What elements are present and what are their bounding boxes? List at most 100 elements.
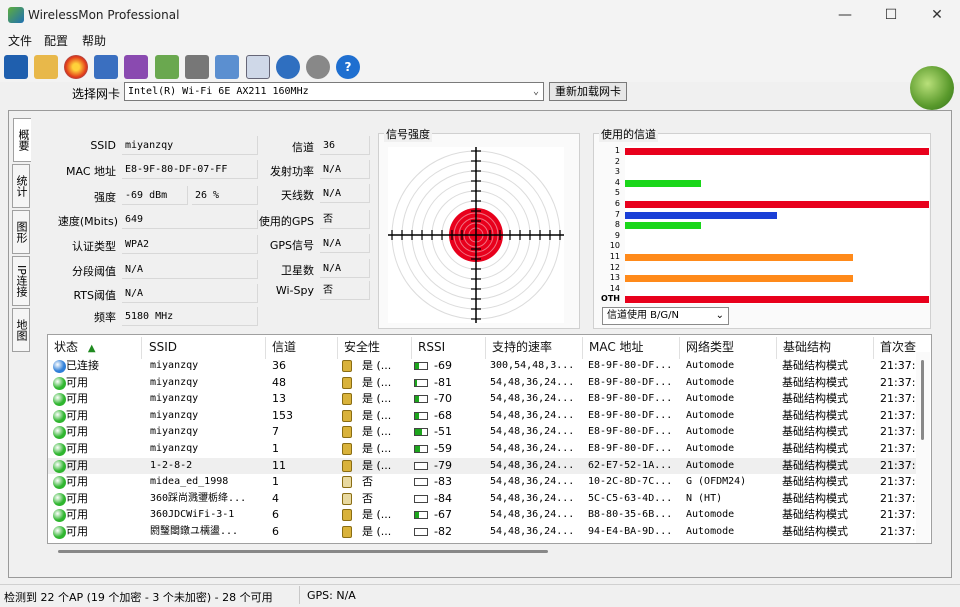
signal-strength-title: 信号强度: [384, 126, 432, 142]
wispy-value: 否: [320, 281, 370, 300]
channel-value: 36: [320, 136, 370, 155]
channel-filter-value: 信道使用 B/G/N: [607, 310, 680, 321]
vertical-scrollbar[interactable]: [916, 352, 930, 543]
target-icon[interactable]: [64, 55, 88, 79]
channel-filter-select[interactable]: 信道使用 B/G/N ⌄: [602, 307, 729, 325]
rssi-bar-fill: [415, 429, 423, 436]
rts-value: N/A: [122, 284, 258, 303]
cell-rates: 54,48,36,24...: [490, 376, 575, 388]
horizontal-scroll-thumb[interactable]: [58, 550, 548, 553]
minimize-button[interactable]: —: [822, 0, 868, 30]
lock-icon: [342, 360, 352, 372]
cell-infra: 基础结构模式: [782, 408, 848, 422]
table-row[interactable]: 可用 360JDCWiFi-3-1 6 是 (... -67 54,48,36,24...…: [48, 507, 916, 524]
tab-map[interactable]: 地图: [12, 308, 30, 352]
cell-rates: 54,48,36,24...: [490, 426, 575, 438]
table-row[interactable]: 可用 1-2-8-2 11 是 (... -79 54,48,36,24... 62-E7-…: [48, 457, 916, 475]
help-icon[interactable]: ?: [336, 55, 360, 79]
export-icon[interactable]: [155, 55, 179, 79]
gps-signal-label: GPS信号: [269, 239, 314, 252]
cell-sec: 是 (...: [362, 442, 392, 455]
col-ssid[interactable]: SSID: [143, 337, 266, 359]
cell-infra: 基础结构模式: [782, 375, 848, 389]
reload-adapter-button[interactable]: 重新加载网卡: [549, 82, 627, 101]
cell-nettype: Automode: [686, 509, 735, 521]
cell-nettype: Automode: [686, 443, 735, 454]
edit-icon[interactable]: [215, 55, 239, 79]
clipboard-icon[interactable]: [246, 55, 270, 79]
cell-ssid: miyanzqy: [150, 409, 199, 421]
cell-channel: 1: [272, 442, 279, 455]
speed-value: 649: [122, 210, 258, 229]
cell-status: 可用: [66, 475, 88, 489]
channel-label-8: 8: [614, 220, 620, 230]
tab-ip-connections[interactable]: IP连接: [12, 256, 30, 306]
available-status-icon: [53, 476, 66, 490]
close-button[interactable]: ✕: [914, 0, 960, 30]
col-mac[interactable]: MAC 地址: [583, 337, 680, 359]
tab-graph[interactable]: 图形: [12, 210, 30, 254]
col-rssi[interactable]: RSSI: [412, 337, 486, 359]
print-icon[interactable]: [185, 55, 209, 79]
table-row[interactable]: 可用 360踩尚溅瓕栃绛... 4 否 -84 54,48,36,24... 5C-C5-6…: [48, 491, 916, 508]
vertical-scroll-thumb[interactable]: [921, 360, 924, 440]
cell-sec: 是 (...: [362, 508, 392, 522]
col-channel[interactable]: 信道: [266, 337, 338, 359]
table-row[interactable]: 可用 miyanzqy 1 是 (... -59 54,48,36,24... E8-9F-…: [48, 441, 916, 458]
wireless-icon[interactable]: [306, 55, 330, 79]
lock-icon: [342, 376, 352, 389]
rssi-bar: [414, 461, 428, 470]
cell-sec: 否: [362, 491, 373, 505]
channel-label-13: 13: [609, 273, 620, 283]
tab-summary[interactable]: 概要: [13, 118, 31, 162]
table-row[interactable]: 可用 miyanzqy 153 是 (... -68 54,48,36,24... E8-9…: [48, 408, 916, 425]
col-network-type[interactable]: 网络类型: [680, 337, 777, 359]
cell-rssi: -51: [434, 425, 452, 439]
channel-bar-8: [625, 222, 701, 230]
horizontal-scrollbar[interactable]: [48, 546, 915, 556]
cell-nettype: Automode: [686, 376, 735, 388]
strength-dbm-value: -69 dBm: [122, 186, 188, 205]
save-icon[interactable]: [4, 55, 28, 79]
menu-config[interactable]: 配置: [44, 32, 68, 49]
table-row[interactable]: 可用 miyanzqy 13 是 (... -70 54,48,36,24... E8-9F…: [48, 391, 916, 408]
cell-ssid: miyanzqy: [150, 426, 199, 438]
col-status[interactable]: 状态 ▲: [48, 337, 142, 359]
chevron-down-icon: ⌄: [532, 86, 539, 97]
table-row[interactable]: 已连接 miyanzqy 36 是 (... -69 300,54,48,3... E8-9…: [48, 358, 916, 375]
globe-icon[interactable]: [276, 55, 300, 79]
network-icon[interactable]: [94, 55, 118, 79]
ssid-value: miyanzqy: [122, 136, 258, 155]
cell-status: 可用: [66, 525, 88, 538]
menu-help[interactable]: 帮助: [82, 32, 106, 49]
tab-statistics[interactable]: 统计: [12, 164, 30, 208]
network-settings-icon[interactable]: [124, 55, 148, 79]
col-first-seen[interactable]: 首次查: [874, 337, 916, 359]
available-status-icon: [53, 443, 66, 456]
cell-sec: 否: [362, 475, 373, 489]
channel-bar-oth: [625, 296, 929, 304]
frequency-value: 5180 MHz: [122, 307, 258, 326]
col-infrastructure[interactable]: 基础结构: [777, 337, 874, 359]
table-row[interactable]: 可用 miyanzqy 7 是 (... -51 54,48,36,24... E8-9F-…: [48, 424, 916, 441]
cell-ssid: miyanzqy: [150, 443, 199, 454]
cell-infra: 基础结构模式: [782, 359, 848, 372]
cell-first: 21:37:: [880, 408, 916, 422]
cell-channel: 13: [272, 392, 286, 406]
available-status-icon: [53, 426, 66, 440]
lock-icon: [342, 426, 352, 439]
open-folder-icon[interactable]: [34, 55, 58, 79]
rssi-bar: [414, 445, 428, 453]
sort-up-icon: ▲: [87, 343, 96, 354]
table-row[interactable]: 可用 miyanzqy 48 是 (... -81 54,48,36,24... E8-9F…: [48, 375, 916, 392]
table-row[interactable]: 可用 midea_ed_1998 1 否 -83 54,48,36,24... 10-2C-…: [48, 474, 916, 491]
col-rates[interactable]: 支持的速率: [486, 337, 583, 359]
menu-file[interactable]: 文件: [8, 32, 32, 49]
cell-first: 21:37:: [880, 458, 916, 472]
channel-bar-13: [625, 275, 853, 283]
col-security[interactable]: 安全性: [338, 337, 412, 359]
adapter-select[interactable]: Intel(R) Wi-Fi 6E AX211 160MHz ⌄: [124, 82, 544, 101]
maximize-button[interactable]: ☐: [868, 0, 914, 30]
cell-status: 可用: [66, 408, 88, 422]
table-row[interactable]: 可用 閼瑿閸鐓ユ檽盪... 6 是 (... -82 54,48,36,24... 94-E…: [48, 524, 916, 541]
